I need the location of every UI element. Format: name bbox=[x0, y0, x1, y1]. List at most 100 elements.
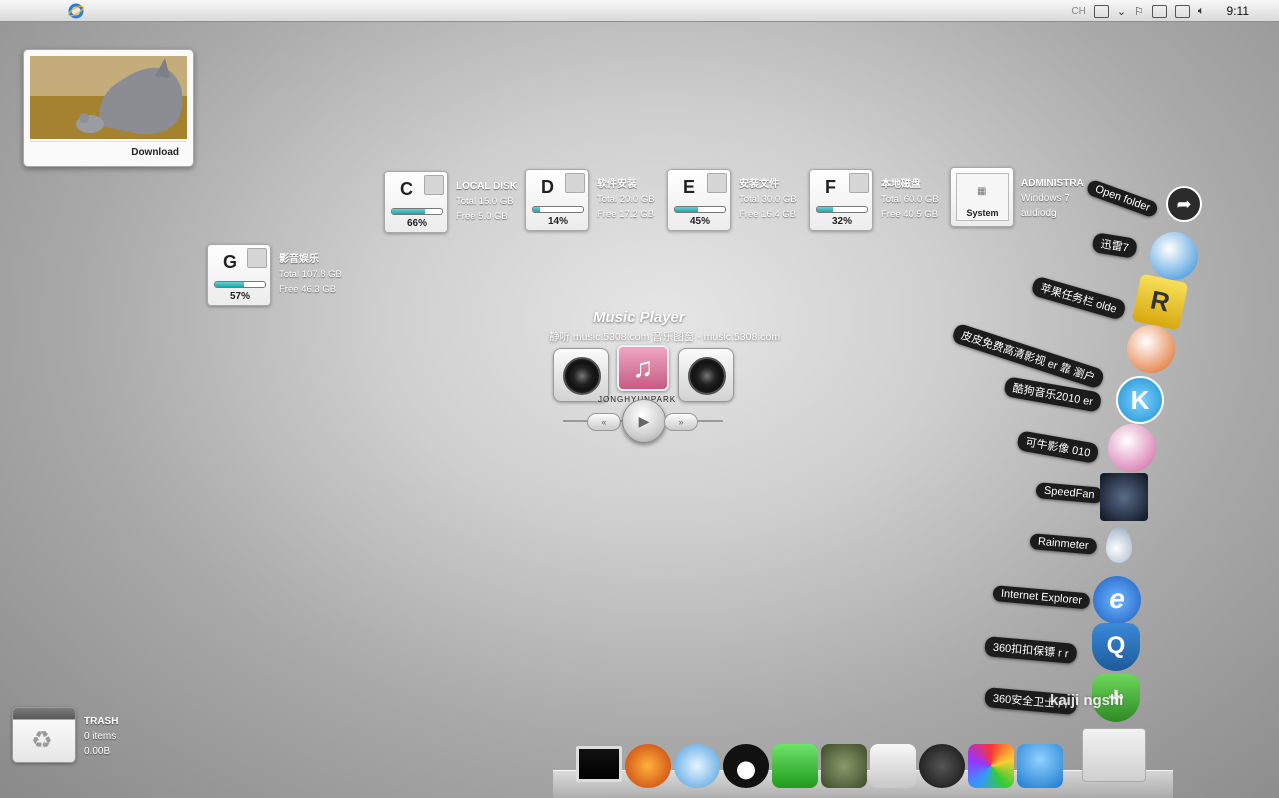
drive-info: 影音娱乐 Total 107.8 GB Free 46.3 GB bbox=[279, 252, 342, 297]
drive-usage-bar bbox=[532, 206, 584, 213]
launcher-item-label[interactable]: 迅雷7 bbox=[1091, 232, 1139, 259]
launcher-item-label[interactable]: Open folder bbox=[1085, 178, 1160, 219]
drive-percent: 32% bbox=[831, 216, 852, 227]
system-os: Windows 7 bbox=[1021, 193, 1070, 204]
launcher-item-label[interactable]: Rainmeter bbox=[1029, 533, 1098, 555]
windows-icon: ▦ bbox=[977, 186, 987, 197]
drive-d[interactable]: D 14% 软件安装 Total 20.0 GB Free 17.2 GB bbox=[525, 169, 685, 233]
monitor-icon[interactable] bbox=[576, 746, 622, 782]
trash-info: TRASH 0 items 0.00B bbox=[84, 714, 118, 759]
drive-icon bbox=[849, 173, 869, 193]
drive-total: Total 60.0 GB bbox=[881, 194, 939, 205]
download-widget[interactable]: Download bbox=[23, 49, 194, 167]
drive-name: 软件安装 bbox=[597, 179, 637, 190]
drive-letter: C bbox=[400, 179, 413, 199]
drive-free: Free 16.4 GB bbox=[739, 209, 797, 220]
keniu-cow-icon[interactable] bbox=[1108, 424, 1156, 472]
rocketdock-icon[interactable]: R bbox=[1131, 273, 1189, 331]
drive-info: 软件安装 Total 20.0 GB Free 17.2 GB bbox=[597, 177, 655, 222]
thunder-bird-icon[interactable] bbox=[1150, 232, 1198, 280]
left-speaker-icon bbox=[553, 348, 609, 402]
drive-free: Free 46.3 GB bbox=[279, 284, 337, 295]
previous-button[interactable]: « bbox=[587, 413, 621, 431]
trash-lid bbox=[13, 708, 75, 720]
drive-usage-fill bbox=[675, 207, 698, 212]
input-language-indicator[interactable]: CH bbox=[1071, 6, 1085, 17]
trash-size: 0.00B bbox=[84, 746, 111, 757]
mushroom-icon[interactable] bbox=[1017, 744, 1063, 788]
drive-card[interactable]: G 57% bbox=[207, 244, 271, 306]
launcher-item-label[interactable]: 苹果任务栏 olde bbox=[1030, 275, 1127, 321]
fan-icon[interactable] bbox=[1100, 473, 1148, 521]
drive-e[interactable]: E 45% 安装文件 Total 30.0 GB Free 16.4 GB bbox=[667, 169, 827, 233]
drive-card[interactable]: F 32% bbox=[809, 169, 873, 231]
drive-name: 本地磁盘 bbox=[881, 179, 921, 190]
keyboard-icon[interactable] bbox=[1093, 4, 1109, 18]
drive-usage-bar bbox=[214, 281, 266, 288]
album-art[interactable]: ♫ bbox=[617, 345, 669, 391]
drive-total: Total 107.8 GB bbox=[279, 269, 342, 280]
turtle-icon[interactable] bbox=[821, 744, 867, 788]
firefox-icon[interactable] bbox=[625, 744, 671, 788]
drive-usage-fill bbox=[533, 207, 540, 212]
facetime-icon[interactable] bbox=[772, 744, 818, 788]
trash-widget[interactable]: ♻ bbox=[12, 707, 76, 763]
drive-card[interactable]: E 45% bbox=[667, 169, 731, 231]
drive-total: Total 15.0 GB bbox=[456, 196, 514, 207]
webcam-icon[interactable] bbox=[919, 744, 965, 788]
itunes-icon[interactable] bbox=[674, 744, 720, 788]
drive-f[interactable]: F 32% 本地磁盘 Total 60.0 GB Free 40.5 GB bbox=[809, 169, 969, 233]
drive-free: Free 17.2 GB bbox=[597, 209, 655, 220]
drive-percent: 66% bbox=[406, 218, 427, 229]
drive-total: Total 20.0 GB bbox=[597, 194, 655, 205]
raindrop-icon[interactable] bbox=[1106, 527, 1132, 563]
music-controls: « ▶ » bbox=[563, 399, 723, 443]
qq-penguin-icon[interactable] bbox=[723, 744, 769, 788]
trash-dock-icon[interactable] bbox=[1082, 728, 1146, 782]
flag-icon[interactable]: ⚐ bbox=[1134, 5, 1144, 18]
qq-shield-icon[interactable]: Q bbox=[1092, 623, 1140, 671]
drive-card[interactable]: D 14% bbox=[525, 169, 589, 231]
textedit-icon[interactable] bbox=[870, 744, 916, 788]
recycle-icon: ♻ bbox=[31, 727, 53, 754]
drive-usage-fill bbox=[817, 207, 833, 212]
ie-icon[interactable]: e bbox=[1093, 576, 1141, 624]
drive-usage-bar bbox=[816, 206, 868, 213]
launcher-item-label[interactable]: Internet Explorer bbox=[992, 585, 1091, 610]
launcher-item-label[interactable]: 可牛影像 010 bbox=[1016, 430, 1100, 464]
network-icon[interactable] bbox=[1174, 4, 1190, 18]
drive-usage-fill bbox=[215, 282, 244, 287]
chevron-down-icon[interactable]: ⌄ bbox=[1117, 5, 1126, 18]
music-player-subtitle: 静听 music.5308.com 音乐图窗 - music.5308.com bbox=[549, 331, 781, 343]
launcher-item-label[interactable]: SpeedFan bbox=[1035, 482, 1104, 504]
system-widget[interactable]: ▦ System bbox=[950, 167, 1014, 227]
trash-name: TRASH bbox=[84, 716, 119, 727]
drive-c[interactable]: C 66% LOCAL DISK Total 15.0 GB Free 5.0 GB bbox=[384, 171, 544, 235]
system-process: audiodg bbox=[1021, 208, 1057, 219]
kugou-icon[interactable]: K bbox=[1116, 376, 1164, 424]
share-arrow-icon[interactable]: ➦ bbox=[1166, 186, 1202, 222]
play-button[interactable]: ▶ bbox=[622, 399, 666, 443]
clock[interactable]: 9:11 bbox=[1227, 4, 1249, 18]
pipi-player-icon[interactable] bbox=[1127, 325, 1175, 373]
system-label: System bbox=[966, 208, 999, 218]
right-speaker-icon bbox=[678, 348, 734, 402]
volume-icon[interactable]: 🔈︎ bbox=[1198, 5, 1205, 18]
clipboard-icon[interactable] bbox=[1151, 4, 1167, 18]
drive-free: Free 40.5 GB bbox=[881, 209, 939, 220]
trash-items: 0 items bbox=[84, 731, 117, 742]
drive-g[interactable]: G 57% 影音娱乐 Total 107.8 GB Free 46.3 GB bbox=[207, 244, 367, 308]
rhino-photo bbox=[30, 56, 187, 139]
launcher-item-label[interactable]: 360扣扣保镖 r r bbox=[984, 636, 1078, 664]
drive-letter: E bbox=[683, 177, 696, 197]
menu-bar: CH ⌄ ⚐ 🔈︎ 9:11 bbox=[0, 0, 1279, 22]
flower-icon[interactable] bbox=[968, 744, 1014, 788]
drive-percent: 45% bbox=[689, 216, 710, 227]
ie-quicklaunch-icon[interactable] bbox=[68, 3, 84, 19]
drive-info: 本地磁盘 Total 60.0 GB Free 40.5 GB bbox=[881, 177, 939, 222]
drive-card[interactable]: C 66% bbox=[384, 171, 448, 233]
drive-letter: F bbox=[825, 177, 836, 197]
music-player-title: Music Player bbox=[593, 309, 685, 326]
system-tray: CH ⌄ ⚐ 🔈︎ 9:11 bbox=[1071, 0, 1279, 22]
next-button[interactable]: » bbox=[664, 413, 698, 431]
